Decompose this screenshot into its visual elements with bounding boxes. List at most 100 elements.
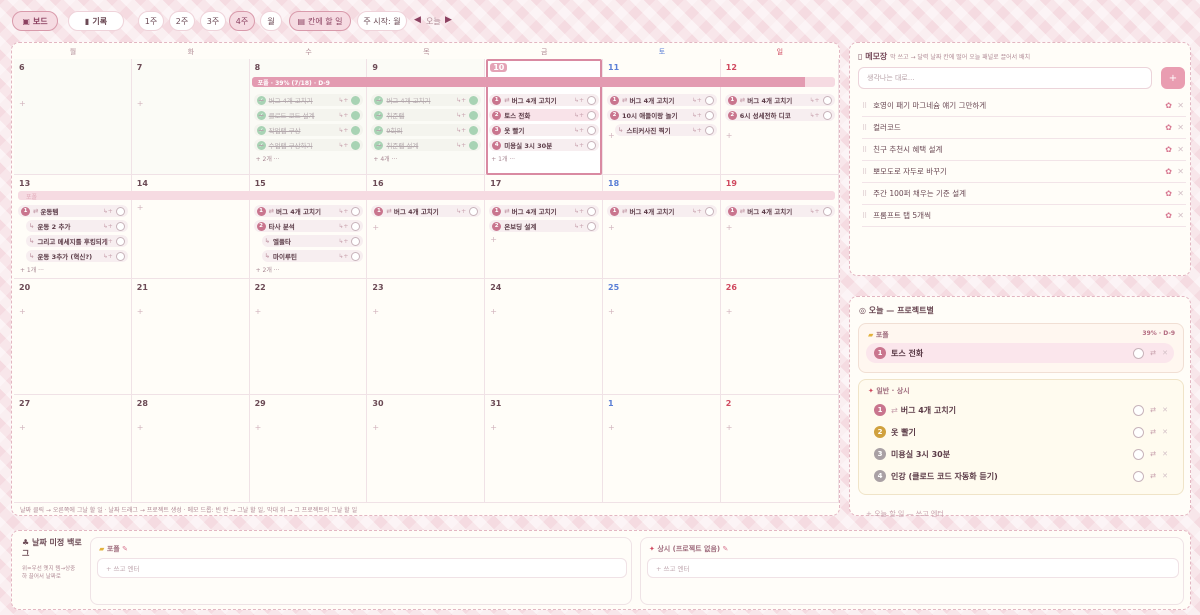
task-checkbox[interactable] — [822, 95, 832, 105]
today-task-row[interactable]: 1 ⇄ 버그 4개 고치기 ⇄ ✕ — [866, 400, 1174, 420]
memo-item[interactable]: ⠿ 뽀모도로 자두로 바꾸기 ✿ ✕ — [862, 161, 1186, 183]
backlog-col2-input[interactable]: + 쓰고 엔터 — [647, 558, 1179, 578]
subtask-add-icon[interactable]: ↳+ — [456, 97, 466, 104]
task-item[interactable]: ✓ 버그 4개 고치기 ↳+ — [253, 94, 364, 106]
task-checkbox[interactable] — [822, 206, 832, 216]
ribbon-icon[interactable]: ✿ — [1165, 211, 1172, 220]
memo-item[interactable]: ⠿ 주간 100퍼 채우는 기준 설계 ✿ ✕ — [862, 183, 1186, 205]
add-task-icon[interactable]: + — [608, 131, 615, 140]
subtask-add-icon[interactable]: ↳+ — [338, 127, 348, 134]
subtask-add-icon[interactable]: ↳+ — [338, 238, 348, 245]
task-item[interactable]: 1 ⇄ 버그 4개 고치기 ↳+ — [253, 205, 364, 217]
task-checkbox[interactable] — [469, 140, 479, 150]
add-task-icon[interactable]: + — [137, 307, 144, 316]
task-item[interactable]: 1 ⇄ 버그 4개 고치기 ↳+ — [607, 94, 717, 106]
day-cell[interactable]: 27 — [14, 395, 132, 503]
more-link[interactable]: + 2개 ··· — [256, 265, 280, 274]
pencil-icon[interactable]: ✎ — [122, 545, 128, 553]
task-item[interactable]: ✓ 9회의 ↳+ — [371, 124, 482, 136]
task-item[interactable]: 2 토스 전화 ↳+ — [489, 109, 599, 121]
subtask-add-icon[interactable]: ↳+ — [574, 142, 584, 149]
task-checkbox[interactable] — [1133, 347, 1144, 359]
add-task-icon[interactable]: + — [19, 307, 26, 316]
repeat-icon[interactable]: ⇄ — [1150, 472, 1156, 480]
delete-icon[interactable]: ✕ — [1177, 145, 1184, 154]
subtask-add-icon[interactable]: ↳+ — [103, 208, 113, 215]
subtask-add-icon[interactable]: ↳+ — [338, 112, 348, 119]
delete-icon[interactable]: ✕ — [1162, 406, 1168, 414]
today-task-button[interactable]: ▤ 칸에 할 일 — [289, 11, 351, 31]
task-checkbox[interactable] — [351, 236, 361, 246]
task-checkbox[interactable] — [1133, 404, 1144, 416]
task-item[interactable]: 1 ⇄ 버그 4개 고치기 ↳+ — [724, 205, 835, 217]
add-task-icon[interactable]: + — [255, 307, 262, 316]
delete-icon[interactable]: ✕ — [1162, 450, 1168, 458]
task-checkbox[interactable] — [1133, 426, 1144, 438]
task-checkbox[interactable] — [586, 95, 596, 105]
task-item[interactable]: 4 미용실 3시 30분 ↳+ — [489, 139, 599, 151]
add-task-icon[interactable]: + — [490, 235, 497, 244]
memo-item[interactable]: ⠿ 컬러코드 ✿ ✕ — [862, 117, 1186, 139]
task-item[interactable]: 2 온보딩 설계 ↳+ — [489, 220, 599, 232]
task-item[interactable]: ✓ 버그 4개 고치기 ↳+ — [371, 94, 482, 106]
task-item[interactable]: 2 10시 애들이랑 놀기 ↳+ — [607, 109, 717, 121]
add-task-icon[interactable]: + — [372, 223, 379, 232]
task-item[interactable]: ↳ 그리고 메세지를 후킹되게 ↳+ — [26, 235, 128, 247]
task-checkbox[interactable] — [115, 221, 125, 231]
day-cell[interactable]: 29 — [249, 395, 368, 503]
subtask-add-icon[interactable]: ↳+ — [456, 142, 466, 149]
more-link[interactable]: + 1개 ··· — [20, 265, 44, 274]
task-item[interactable]: ✓ 취준랩 ↳+ — [371, 109, 482, 121]
task-item[interactable]: ✓ 클로드 코드 설계 ↳+ — [253, 109, 364, 121]
delete-icon[interactable]: ✕ — [1177, 211, 1184, 220]
prev-arrow-icon[interactable]: ◀ — [414, 15, 421, 25]
delete-icon[interactable]: ✕ — [1177, 123, 1184, 132]
board-button[interactable]: ▣ 보드 — [12, 11, 58, 31]
day-cell[interactable]: 1 — [603, 395, 721, 503]
day-cell[interactable]: 31 — [485, 395, 603, 503]
task-checkbox[interactable] — [469, 95, 479, 105]
week-start-button[interactable]: 주 시작: 월 — [357, 11, 407, 31]
day-cell[interactable]: 26 — [720, 279, 839, 395]
drag-handle-icon[interactable]: ⠿ — [862, 168, 867, 176]
add-task-icon[interactable]: + — [137, 99, 144, 108]
day-cell[interactable]: 23 — [367, 279, 486, 395]
memo-add-button[interactable]: + — [1161, 67, 1185, 89]
day-cell[interactable]: 6 — [14, 59, 132, 175]
subtask-add-icon[interactable]: ↳+ — [338, 253, 348, 260]
memo-input[interactable]: 생각나는 대로... — [858, 67, 1152, 89]
task-checkbox[interactable] — [704, 125, 714, 135]
add-task-icon[interactable]: + — [255, 423, 262, 432]
ribbon-icon[interactable]: ✿ — [1165, 145, 1172, 154]
add-task-icon[interactable]: + — [726, 307, 733, 316]
ribbon-icon[interactable]: ✿ — [1165, 167, 1172, 176]
task-checkbox[interactable] — [115, 251, 125, 261]
add-task-icon[interactable]: + — [726, 423, 733, 432]
subtask-add-icon[interactable]: ↳+ — [810, 112, 820, 119]
backlog-col1-input[interactable]: + 쓰고 엔터 — [97, 558, 627, 578]
add-task-icon[interactable]: + — [137, 203, 144, 212]
task-checkbox[interactable] — [1133, 470, 1144, 482]
task-checkbox[interactable] — [351, 140, 361, 150]
subtask-add-icon[interactable]: ↳+ — [456, 208, 466, 215]
task-checkbox[interactable] — [586, 125, 596, 135]
task-checkbox[interactable] — [351, 95, 361, 105]
day-cell[interactable]: 21 — [131, 279, 250, 395]
add-task-icon[interactable]: + — [608, 307, 615, 316]
task-checkbox[interactable] — [704, 95, 714, 105]
task-checkbox[interactable] — [586, 110, 596, 120]
task-checkbox[interactable] — [822, 110, 832, 120]
task-checkbox[interactable] — [1133, 448, 1144, 460]
pencil-icon[interactable]: ✎ — [723, 545, 729, 553]
task-checkbox[interactable] — [351, 221, 361, 231]
delete-icon[interactable]: ✕ — [1177, 167, 1184, 176]
more-link[interactable]: + 4개 ··· — [373, 154, 397, 163]
view-3w-button[interactable]: 3주 — [200, 11, 226, 31]
day-cell[interactable]: 7 — [131, 59, 250, 175]
subtask-add-icon[interactable]: ↳+ — [574, 208, 584, 215]
task-item[interactable]: ↳ 스티커사진 찍기 ↳+ — [615, 124, 717, 136]
day-cell[interactable]: 30 — [367, 395, 486, 503]
add-task-icon[interactable]: + — [608, 423, 615, 432]
subtask-add-icon[interactable]: ↳+ — [574, 112, 584, 119]
subtask-add-icon[interactable]: ↳+ — [103, 223, 113, 230]
